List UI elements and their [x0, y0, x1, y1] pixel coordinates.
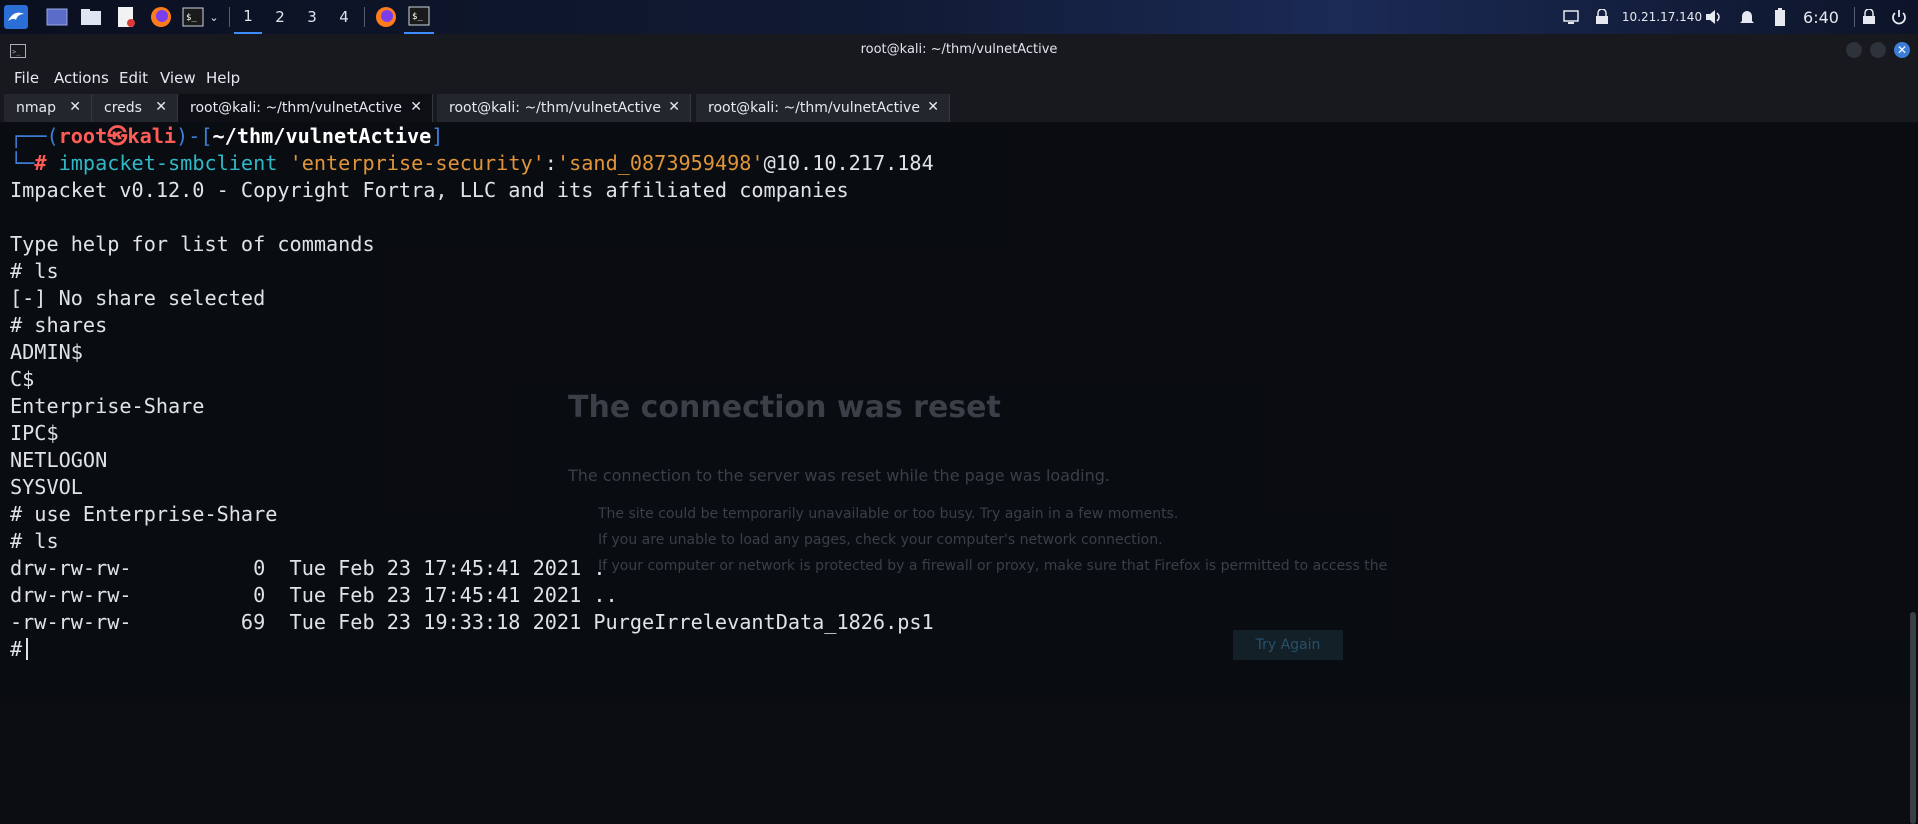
kali-menu-icon[interactable] — [2, 0, 30, 34]
text-cursor — [26, 638, 29, 660]
output-line: C$ — [10, 367, 35, 391]
close-tab-icon[interactable]: ✕ — [155, 99, 167, 115]
background-page-bullet: The site could be temporarily unavailabl… — [598, 506, 1179, 522]
background-page-bullet: If you are unable to load any pages, che… — [598, 532, 1163, 548]
tab-label: root@kali: ~/thm/vulnetActive — [449, 100, 661, 116]
workspace-3[interactable]: 3 — [298, 0, 326, 34]
clock[interactable]: 6:40 — [1796, 0, 1846, 34]
output-line: # shares — [10, 313, 108, 337]
close-tab-icon[interactable]: ✕ — [69, 99, 81, 115]
output-line: SYSVOL — [10, 475, 83, 499]
output-line: IPC$ — [10, 421, 59, 445]
tab-label: root@kali: ~/thm/vulnetActive — [190, 100, 402, 116]
tab-bar: nmap ✕ creds ✕ root@kali: ~/thm/vulnetAc… — [0, 92, 1918, 123]
tab-vulnetactive-1[interactable]: root@kali: ~/thm/vulnetActive ✕ — [178, 94, 433, 122]
menu-bar: File Actions Edit View Help — [0, 66, 1918, 92]
output-line: Impacket v0.12.0 - Copyright Fortra, LLC… — [10, 178, 849, 202]
output-line: drw-rw-rw- 0 Tue Feb 23 17:45:41 2021 . — [10, 556, 606, 580]
svg-text:$_: $_ — [186, 13, 197, 23]
background-page-bullet: If your computer or network is protected… — [598, 558, 1388, 574]
display-icon[interactable] — [1560, 0, 1582, 34]
output-line: -rw-rw-rw- 69 Tue Feb 23 19:33:18 2021 P… — [10, 610, 934, 634]
output-line: # ls — [10, 259, 59, 283]
window-title: root@kali: ~/thm/vulnetActive — [860, 42, 1058, 57]
tab-vulnetactive-3[interactable]: root@kali: ~/thm/vulnetActive ✕ — [696, 94, 950, 122]
tab-creds[interactable]: creds ✕ — [92, 94, 178, 122]
background-page-heading: The connection was reset — [568, 390, 1001, 425]
workspace-1[interactable]: 1 — [234, 0, 262, 34]
close-window-button[interactable]: ✕ — [1894, 42, 1910, 58]
desktop-icon[interactable] — [44, 0, 70, 34]
bell-icon[interactable] — [1736, 0, 1758, 34]
menu-actions[interactable]: Actions — [54, 69, 109, 87]
prompt-user: root㉿kali — [58, 124, 177, 148]
terminal-dropdown-icon[interactable]: ⌄ — [206, 0, 222, 34]
background-page-button: Try Again — [1233, 630, 1343, 660]
terminal-scrollbar[interactable] — [1910, 612, 1916, 824]
menu-help[interactable]: Help — [206, 69, 240, 87]
svg-text:$_: $_ — [412, 12, 423, 22]
close-tab-icon[interactable]: ✕ — [668, 99, 680, 115]
terminal-icon[interactable]: $_ — [181, 0, 205, 34]
command-line: └─# impacket-smbclient 'enterprise-secur… — [10, 151, 934, 175]
output-line: NETLOGON — [10, 448, 108, 472]
ip-address: 10.21.17.140 — [1621, 10, 1703, 24]
output-line: # use Enterprise-Share — [10, 502, 278, 526]
output-line: Enterprise-Share — [10, 394, 205, 418]
battery-icon[interactable] — [1770, 0, 1790, 34]
volume-icon[interactable] — [1703, 0, 1725, 34]
prompt-path: ~/thm/vulnetActive — [212, 124, 432, 148]
output-line: drw-rw-rw- 0 Tue Feb 23 17:45:41 2021 .. — [10, 583, 618, 607]
tab-label: nmap — [16, 100, 56, 116]
firefox-window-icon[interactable] — [371, 0, 401, 34]
tab-nmap[interactable]: nmap ✕ — [4, 94, 92, 122]
terminal-window-icon[interactable]: $_ — [404, 0, 434, 34]
top-panel: $_ ⌄ 1 2 3 4 $_ 10.21.17.140 6:40 — [0, 0, 1918, 34]
current-prompt[interactable]: # — [10, 636, 29, 663]
background-page-desc: The connection to the server was reset w… — [568, 466, 1111, 485]
firefox-icon[interactable] — [148, 0, 174, 34]
output-line: Type help for list of commands — [10, 232, 375, 256]
power-icon[interactable] — [1888, 0, 1910, 34]
tab-label: creds — [104, 100, 142, 116]
output-line: ADMIN$ — [10, 340, 83, 364]
vpn-lock-icon[interactable] — [1592, 0, 1612, 34]
maximize-button[interactable] — [1870, 42, 1886, 58]
workspace-2[interactable]: 2 — [266, 0, 294, 34]
workspace-4[interactable]: 4 — [330, 0, 358, 34]
terminal-output[interactable]: The connection was reset The connection … — [0, 122, 1918, 824]
prompt-line: ┌──(root㉿kali)-[~/thm/vulnetActive] — [10, 124, 444, 148]
menu-view[interactable]: View — [160, 69, 196, 87]
output-line: # ls — [10, 529, 59, 553]
command-name: impacket-smbclient — [58, 151, 278, 175]
text-editor-icon[interactable] — [113, 0, 139, 34]
menu-file[interactable]: File — [14, 69, 39, 87]
lock-icon[interactable] — [1858, 0, 1880, 34]
close-tab-icon[interactable]: ✕ — [410, 99, 422, 115]
close-tab-icon[interactable]: ✕ — [927, 99, 939, 115]
file-manager-icon[interactable] — [78, 0, 104, 34]
tab-label: root@kali: ~/thm/vulnetActive — [708, 100, 920, 116]
menu-edit[interactable]: Edit — [119, 69, 148, 87]
minimize-button[interactable] — [1846, 42, 1862, 58]
window-titlebar[interactable]: >_ root@kali: ~/thm/vulnetActive ✕ — [0, 34, 1918, 66]
output-line: [-] No share selected — [10, 286, 266, 310]
tab-vulnetactive-2[interactable]: root@kali: ~/thm/vulnetActive ✕ — [437, 94, 691, 122]
